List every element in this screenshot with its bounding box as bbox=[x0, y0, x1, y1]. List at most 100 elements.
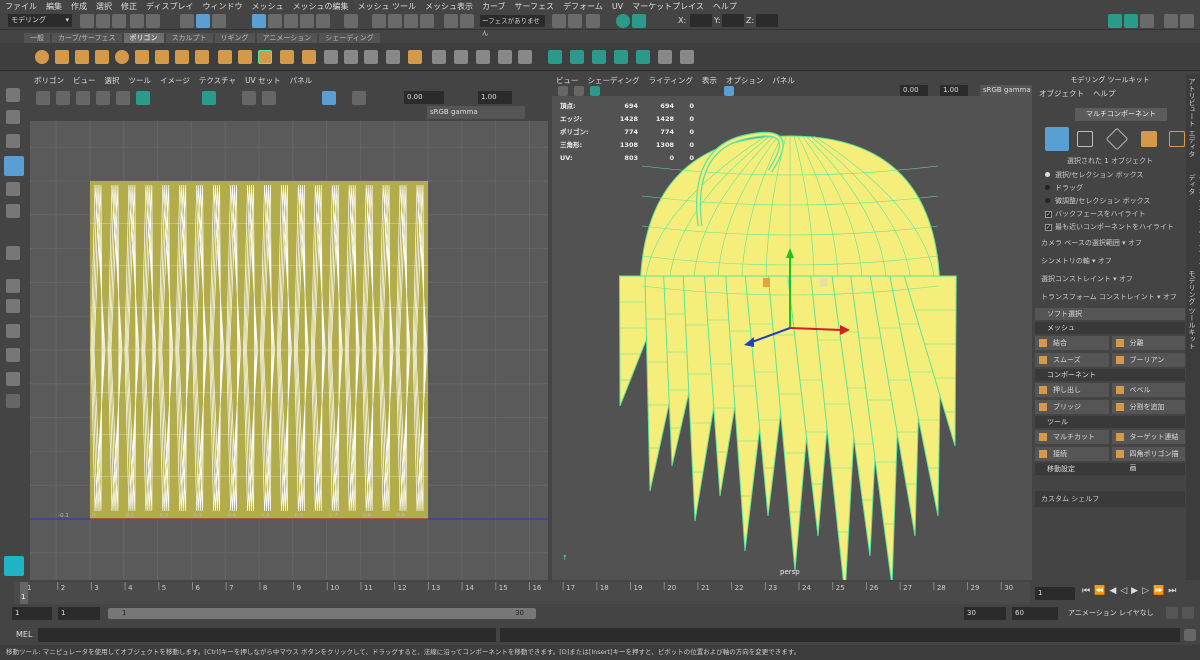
command-input[interactable] bbox=[38, 628, 496, 642]
shelf-tab[interactable]: カーブ/サーフェス bbox=[52, 33, 122, 43]
step-forward-key-icon[interactable]: ⏩ bbox=[1153, 586, 1164, 596]
menu-item[interactable]: ライティング bbox=[648, 75, 692, 86]
toolkit-button[interactable]: スムーズ bbox=[1035, 353, 1109, 367]
bridge-icon[interactable] bbox=[386, 50, 400, 64]
vertical-tab[interactable]: モデリング ツールキット bbox=[1187, 270, 1197, 362]
automatic-uv-icon[interactable] bbox=[614, 50, 628, 64]
script-editor-icon[interactable] bbox=[1184, 629, 1196, 641]
menu-item[interactable]: オプション bbox=[726, 75, 764, 86]
go-to-start-icon[interactable]: ⏮ bbox=[1082, 586, 1090, 596]
menu-item[interactable]: UV セット bbox=[245, 75, 281, 86]
menu-item[interactable]: シェーディング bbox=[588, 75, 640, 86]
select-tool-icon[interactable] bbox=[6, 88, 20, 102]
menu-item[interactable]: 選択 bbox=[96, 1, 112, 12]
uv-sew-icon[interactable] bbox=[136, 91, 150, 105]
cut-uv-icon[interactable] bbox=[658, 50, 672, 64]
snap-plane-icon[interactable] bbox=[300, 14, 314, 28]
move-tool-icon[interactable] bbox=[4, 156, 24, 176]
play-back-icon[interactable]: ◁ bbox=[1120, 586, 1127, 596]
menu-item[interactable]: オブジェクト bbox=[1039, 88, 1084, 99]
uv-rotate-icon[interactable] bbox=[96, 91, 110, 105]
highlight-checkbox[interactable]: ✓ 最も近いコンポーネントをハイライト bbox=[1045, 221, 1185, 234]
toolkit-button[interactable]: 分割を追加 bbox=[1111, 400, 1185, 414]
go-to-end-icon[interactable]: ⏭ bbox=[1168, 586, 1176, 596]
target-weld-icon[interactable] bbox=[476, 50, 490, 64]
shelf-tab[interactable]: ポリゴン bbox=[123, 33, 164, 43]
graph-layout-icon[interactable] bbox=[6, 372, 20, 386]
menu-item[interactable]: ビュー bbox=[556, 75, 579, 86]
toolkit-button[interactable]: 結合 bbox=[1035, 336, 1109, 350]
paint-select-icon[interactable] bbox=[6, 134, 20, 148]
menu-item[interactable]: ウィンドウ bbox=[202, 1, 242, 12]
range-slider[interactable]: 1 30 bbox=[108, 608, 536, 619]
uv-viewport[interactable]: -0.1 0 0.1 0.2 0.3 0.4 0.5 0.6 0.7 0.8 0.9 bbox=[30, 121, 548, 580]
menu-item[interactable]: メッシュ表示 bbox=[425, 1, 473, 12]
poly-cylinder-icon[interactable] bbox=[75, 50, 89, 64]
uv-grid-icon[interactable] bbox=[56, 91, 70, 105]
menu-item[interactable]: マーケットプレイス bbox=[632, 1, 704, 12]
menu-item[interactable]: メッシュ bbox=[251, 1, 283, 12]
new-scene-icon[interactable] bbox=[80, 14, 94, 28]
modeling-toolkit-toggle-icon[interactable] bbox=[1108, 14, 1122, 28]
insert-edge-loop-icon[interactable] bbox=[432, 50, 446, 64]
menu-item[interactable]: サーフェス bbox=[515, 1, 555, 12]
lock-icon[interactable] bbox=[460, 14, 474, 28]
render-settings-icon[interactable] bbox=[404, 14, 418, 28]
menu-item[interactable]: パネル bbox=[772, 75, 795, 86]
menu-item[interactable]: 作成 bbox=[71, 1, 87, 12]
object-mode-icon[interactable] bbox=[1045, 127, 1069, 151]
spherical-uv-icon[interactable] bbox=[592, 50, 606, 64]
multi-component-button[interactable]: マルチコンポーネント bbox=[1075, 108, 1167, 121]
uv-editor-icon[interactable] bbox=[636, 50, 650, 64]
uv-mode-icon[interactable] bbox=[1169, 131, 1185, 147]
hypershade-icon[interactable] bbox=[420, 14, 434, 28]
menu-item[interactable]: ツール bbox=[129, 75, 152, 86]
snap-grid-icon[interactable] bbox=[252, 14, 266, 28]
menu-item[interactable]: ディスプレイ bbox=[146, 1, 193, 12]
human-ik-icon[interactable] bbox=[1124, 14, 1138, 28]
camera-select-icon[interactable] bbox=[558, 86, 568, 96]
poly-cone-icon[interactable] bbox=[95, 50, 109, 64]
multicut-icon[interactable] bbox=[454, 50, 468, 64]
record-icon[interactable] bbox=[616, 14, 630, 28]
persp-colorspace-select[interactable]: sRGB gamma bbox=[980, 85, 1032, 96]
uv-layout-icon[interactable] bbox=[202, 91, 216, 105]
redo-icon[interactable] bbox=[146, 14, 160, 28]
sew-uv-icon[interactable] bbox=[680, 50, 694, 64]
uv-stack-icon[interactable] bbox=[262, 91, 276, 105]
character-set-icon[interactable] bbox=[1166, 607, 1178, 619]
menu-item[interactable]: ポリゴン bbox=[34, 75, 64, 86]
uv-gamma-field[interactable]: 1.00 bbox=[478, 91, 512, 104]
persp-exposure-field[interactable]: 0.00 bbox=[900, 85, 928, 96]
toolkit-button[interactable]: ブリッジ bbox=[1035, 400, 1109, 414]
select-by-hierarchy-icon[interactable] bbox=[180, 14, 194, 28]
shelf-tab[interactable]: 一般 bbox=[24, 33, 50, 43]
separate-icon[interactable] bbox=[238, 50, 252, 64]
single-view-icon[interactable] bbox=[6, 279, 20, 293]
anim-layer-select[interactable]: アニメーション レイヤなし bbox=[1068, 607, 1160, 620]
toolkit-button[interactable]: 接続 bbox=[1035, 447, 1109, 461]
selection-constraint-row[interactable]: 選択コンストレイント ▾ オフ bbox=[1041, 270, 1185, 288]
auto-key-icon[interactable] bbox=[1182, 607, 1194, 619]
toolkit-button[interactable]: ベベル bbox=[1111, 383, 1185, 397]
xray-icon[interactable] bbox=[724, 86, 734, 96]
menu-item[interactable]: UV bbox=[612, 2, 623, 11]
move-settings-section[interactable]: 移動設定 bbox=[1035, 463, 1185, 475]
vertical-tab[interactable]: アトリビュート エディタ bbox=[1187, 78, 1197, 170]
fill-hole-icon[interactable] bbox=[518, 50, 532, 64]
poly-disc-icon[interactable] bbox=[155, 50, 169, 64]
planar-uv-icon[interactable] bbox=[548, 50, 562, 64]
camera-icon[interactable] bbox=[552, 14, 566, 28]
combine-icon[interactable] bbox=[218, 50, 232, 64]
shelf-tab[interactable]: スカルプト bbox=[165, 33, 213, 43]
select-by-object-icon[interactable] bbox=[196, 14, 210, 28]
poly-sphere-icon[interactable] bbox=[35, 50, 49, 64]
smooth-icon[interactable] bbox=[280, 50, 294, 64]
uv-texture-icon[interactable] bbox=[322, 91, 336, 105]
poly-torus-icon[interactable] bbox=[115, 50, 129, 64]
toolkit-button[interactable]: ターゲット連結 bbox=[1111, 430, 1185, 444]
playblast-icon[interactable] bbox=[586, 14, 600, 28]
vertex-mode-icon[interactable] bbox=[1077, 131, 1093, 147]
tool-section[interactable]: ツール bbox=[1035, 416, 1185, 428]
cylindrical-uv-icon[interactable] bbox=[570, 50, 584, 64]
